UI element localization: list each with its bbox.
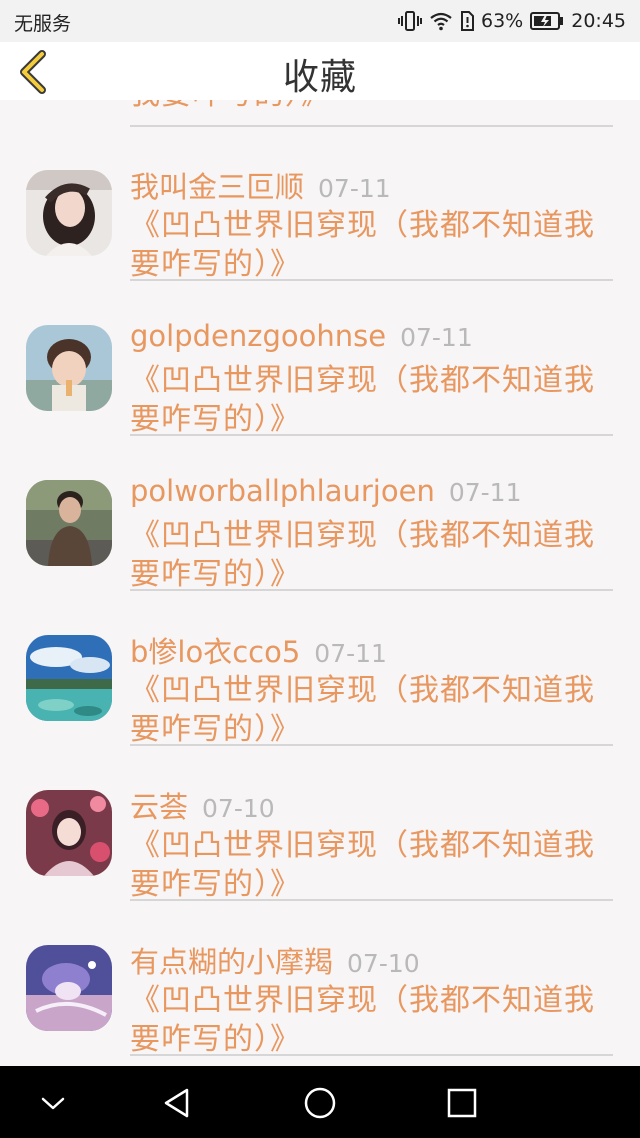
username[interactable]: 云荟 <box>130 790 188 824</box>
collapse-button[interactable] <box>36 1086 70 1120</box>
list-item[interactable]: 我叫金三叵顺 07-11 《凹凸世界旧穿现（我都不知道我要咋写的）》 <box>0 126 640 284</box>
list-item[interactable]: golpdenzgoohnse 07-11 《凹凸世界旧穿现（我都不知道我要咋写的… <box>0 281 640 439</box>
home-button[interactable] <box>303 1086 337 1120</box>
avatar[interactable] <box>26 635 112 721</box>
name-row: polworballphlaurjoen 07-11 <box>130 474 521 508</box>
carrier-label: 无服务 <box>14 13 72 35</box>
avatar[interactable] <box>26 480 112 566</box>
post-title[interactable]: 《凹凸世界旧穿现（我都不知道我要咋写的）》 <box>130 981 600 1059</box>
username[interactable]: polworballphlaurjoen <box>130 474 435 508</box>
date-label: 07-11 <box>314 639 387 668</box>
date-label: 07-11 <box>448 478 522 507</box>
post-title[interactable]: 《凹凸世界旧穿现（我都不知道我要咋写的）》 <box>130 361 600 439</box>
back-nav-button[interactable] <box>160 1086 194 1120</box>
post-title[interactable]: 《凹凸世界旧穿现（我都不知道我要咋写的）》 <box>130 206 600 284</box>
partial-list-item[interactable]: 我要咋写的）》 <box>0 100 640 127</box>
date-label: 07-11 <box>318 174 391 203</box>
alert-icon <box>460 11 474 31</box>
post-title[interactable]: 《凹凸世界旧穿现（我都不知道我要咋写的）》 <box>130 671 600 749</box>
date-label: 07-10 <box>347 949 420 978</box>
post-title[interactable]: 《凹凸世界旧穿现（我都不知道我要咋写的）》 <box>130 516 600 594</box>
wifi-icon <box>429 11 453 31</box>
avatar[interactable] <box>26 325 112 411</box>
name-row: 我叫金三叵顺 07-11 <box>130 164 391 206</box>
avatar[interactable] <box>26 170 112 256</box>
name-row: b惨lo衣cco5 07-11 <box>130 629 387 671</box>
collapse-chevron-icon <box>36 1097 70 1124</box>
list-item[interactable]: b惨lo衣cco5 07-11 《凹凸世界旧穿现（我都不知道我要咋写的）》 <box>0 591 640 749</box>
recents-square-icon <box>445 1088 479 1124</box>
divider <box>130 1054 613 1056</box>
back-triangle-icon <box>160 1088 194 1124</box>
username[interactable]: b惨lo衣cco5 <box>130 635 300 669</box>
list-item[interactable]: 云荟 07-10 《凹凸世界旧穿现（我都不知道我要咋写的）》 <box>0 746 640 904</box>
recents-button[interactable] <box>445 1086 479 1120</box>
battery-charging-icon <box>530 12 564 30</box>
username[interactable]: golpdenzgoohnse <box>130 319 386 353</box>
avatar[interactable] <box>26 790 112 876</box>
name-row: 云荟 07-10 <box>130 784 275 826</box>
vibrate-icon <box>398 10 422 32</box>
system-nav-bar <box>0 1066 640 1138</box>
username[interactable]: 有点糊的小摩羯 <box>130 945 333 979</box>
favorites-list: 我要咋写的）》 我叫金三叵顺 07-11 《凹凸世界旧穿现（我都不知道我要咋写的）… <box>0 100 640 1066</box>
battery-percent: 63% <box>481 10 524 32</box>
page-title: 收藏 <box>282 57 357 98</box>
avatar[interactable] <box>26 945 112 1031</box>
nav-bar: 收藏 <box>0 42 640 100</box>
post-title: 我要咋写的）》 <box>130 100 600 114</box>
status-icons: 63% 20:45 <box>398 7 626 35</box>
list-item[interactable]: 有点糊的小摩羯 07-10 《凹凸世界旧穿现（我都不知道我要咋写的）》 <box>0 901 640 1059</box>
post-title[interactable]: 《凹凸世界旧穿现（我都不知道我要咋写的）》 <box>130 826 600 904</box>
home-circle-icon <box>303 1087 337 1124</box>
name-row: golpdenzgoohnse 07-11 <box>130 319 473 353</box>
name-row: 有点糊的小摩羯 07-10 <box>130 939 420 981</box>
date-label: 07-10 <box>202 794 275 823</box>
status-time: 20:45 <box>571 10 626 32</box>
list-item[interactable]: polworballphlaurjoen 07-11 《凹凸世界旧穿现（我都不知道… <box>0 436 640 594</box>
status-bar: 无服务 63% 20:45 <box>0 0 640 42</box>
date-label: 07-11 <box>400 323 473 352</box>
username[interactable]: 我叫金三叵顺 <box>130 170 304 204</box>
